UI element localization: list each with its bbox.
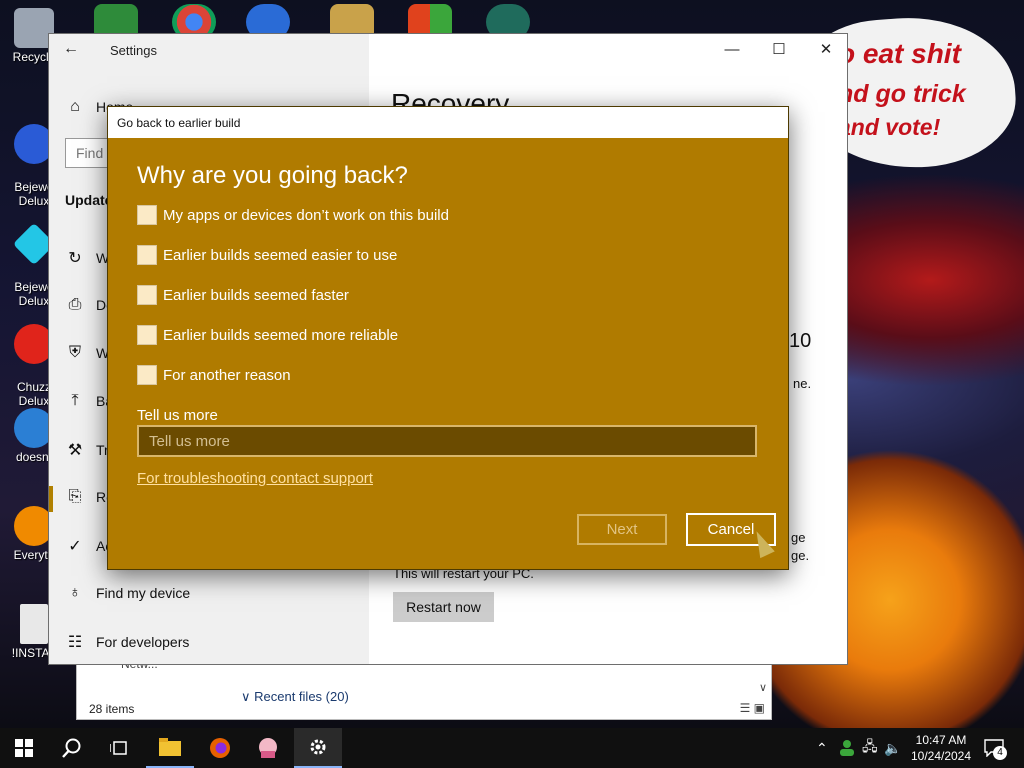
checkbox[interactable] bbox=[137, 285, 157, 305]
sidebar-item-label: Find my device bbox=[96, 585, 191, 601]
clock-time: 10:47 AM bbox=[915, 733, 967, 747]
task-view-button[interactable] bbox=[96, 728, 144, 768]
check-circle-icon: ✓ bbox=[68, 538, 82, 555]
option-faster[interactable]: Earlier builds seemed faster bbox=[137, 285, 349, 305]
sidebar-item-windows-security[interactable]: ⛨ W bbox=[64, 344, 109, 362]
people-status-icon bbox=[840, 740, 854, 756]
document-icon bbox=[20, 604, 48, 644]
checkbox[interactable] bbox=[137, 325, 157, 345]
restart-now-button[interactable]: Restart now bbox=[393, 592, 494, 622]
option-label: For another reason bbox=[163, 366, 291, 384]
recent-files-group[interactable]: ∨ Recent files (20) bbox=[241, 689, 349, 705]
taskbar-anime-app[interactable] bbox=[244, 728, 292, 768]
text-peek: ge. bbox=[791, 548, 810, 563]
taskbar-settings[interactable] bbox=[294, 728, 342, 768]
gear-icon bbox=[310, 739, 326, 755]
scroll-down-arrow[interactable]: ∨ bbox=[759, 681, 767, 694]
developer-icon: ☷ bbox=[67, 634, 83, 651]
user-status-icon[interactable] bbox=[838, 728, 856, 768]
sidebar-item-troubleshoot[interactable]: ⚒ Tr bbox=[64, 440, 109, 460]
firefox-icon bbox=[210, 738, 230, 758]
sidebar-item-windows-update[interactable]: ↻ W bbox=[64, 248, 109, 268]
delivery-icon: ⎙ bbox=[68, 296, 82, 313]
start-button[interactable] bbox=[0, 728, 48, 768]
minimize-button[interactable]: — bbox=[709, 34, 755, 66]
option-label: Earlier builds seemed faster bbox=[163, 286, 349, 304]
meme-text-line-1: o eat shit bbox=[838, 38, 961, 69]
network-icon[interactable]: 🖧 bbox=[862, 728, 878, 768]
maximize-button[interactable]: ☐ bbox=[756, 34, 802, 66]
dialog-title: Go back to earlier build bbox=[108, 107, 788, 138]
shield-icon: ⛨ bbox=[68, 344, 81, 361]
back-button[interactable]: ← bbox=[63, 40, 79, 58]
notification-count-badge: 4 bbox=[993, 746, 1007, 760]
view-toggle-icons[interactable]: ☰ ▣ bbox=[740, 701, 765, 715]
search-button[interactable] bbox=[48, 728, 96, 768]
recovery-icon: ⎘ bbox=[68, 488, 82, 505]
next-button[interactable]: Next bbox=[577, 514, 667, 545]
option-label: My apps or devices don’t work on this bu… bbox=[163, 206, 449, 224]
search-icon bbox=[62, 738, 81, 758]
contact-support-link[interactable]: For troubleshooting contact support bbox=[137, 470, 373, 487]
desktop-icon-label: doesnt bbox=[15, 450, 53, 464]
tell-us-more-label: Tell us more bbox=[137, 407, 218, 424]
dialog-heading: Why are you going back? bbox=[137, 162, 408, 189]
go-back-dialog[interactable]: Go back to earlier build Why are you goi… bbox=[107, 106, 789, 570]
folder-icon bbox=[159, 738, 181, 756]
sidebar-item-for-developers[interactable]: ☷ For developers bbox=[64, 632, 190, 652]
option-more-reliable[interactable]: Earlier builds seemed more reliable bbox=[137, 325, 398, 345]
selected-indicator bbox=[49, 486, 53, 512]
sidebar-item-activation[interactable]: ✓ Ac bbox=[64, 536, 112, 556]
sidebar-item-find-my-device[interactable]: ♁ Find my device bbox=[64, 584, 190, 602]
meme-text-line-3: and vote! bbox=[838, 114, 941, 140]
tell-us-more-input[interactable] bbox=[137, 425, 757, 457]
window-title: Settings bbox=[110, 43, 157, 58]
backup-icon: ⤒ bbox=[71, 392, 79, 409]
item-count: 28 items bbox=[89, 702, 135, 716]
checkbox[interactable] bbox=[137, 205, 157, 225]
settings-titlebar[interactable]: ← Settings — ☐ ✕ bbox=[49, 34, 847, 66]
section-heading: Update bbox=[65, 192, 113, 208]
option-label: Earlier builds seemed more reliable bbox=[163, 326, 399, 344]
text-peek: ne. bbox=[793, 376, 812, 391]
option-apps-dont-work[interactable]: My apps or devices don’t work on this bu… bbox=[137, 205, 449, 225]
taskbar: ⌃ 🖧 🔈 10:47 AM 10/24/2024 bbox=[0, 728, 1024, 768]
anime-avatar-icon bbox=[259, 738, 277, 758]
option-label: Earlier builds seemed easier to use bbox=[163, 246, 398, 264]
volume-icon[interactable]: 🔈 bbox=[884, 728, 901, 768]
home-icon: ⌂ bbox=[70, 98, 80, 115]
close-button[interactable]: ✕ bbox=[803, 34, 847, 66]
text-peek: ge bbox=[791, 530, 806, 545]
taskbar-file-explorer[interactable] bbox=[146, 728, 194, 768]
taskbar-firefox[interactable] bbox=[196, 728, 244, 768]
meme-text-line-2: nd go trick bbox=[838, 80, 966, 108]
option-easier-to-use[interactable]: Earlier builds seemed easier to use bbox=[137, 245, 397, 265]
checkbox[interactable] bbox=[137, 365, 157, 385]
checkbox[interactable] bbox=[137, 245, 157, 265]
desktop-icon-label: Chuzz Delux bbox=[16, 380, 51, 408]
clock-date: 10/24/2024 bbox=[910, 749, 972, 763]
person-pin-icon: ♁ bbox=[69, 584, 81, 601]
sidebar-item-backup[interactable]: ⤒ Ba bbox=[64, 392, 113, 410]
clock[interactable]: 10:47 AM 10/24/2024 bbox=[906, 732, 976, 764]
sidebar-item-label: For developers bbox=[96, 634, 190, 650]
task-view-icon bbox=[110, 741, 127, 755]
sync-icon: ↻ bbox=[68, 250, 82, 267]
wrench-icon: ⚒ bbox=[67, 442, 83, 459]
show-hidden-icons-button[interactable]: ⌃ bbox=[816, 728, 828, 768]
windows-version-peek: 10 bbox=[789, 330, 812, 352]
windows-logo-icon bbox=[15, 739, 33, 757]
option-another-reason[interactable]: For another reason bbox=[137, 365, 291, 385]
